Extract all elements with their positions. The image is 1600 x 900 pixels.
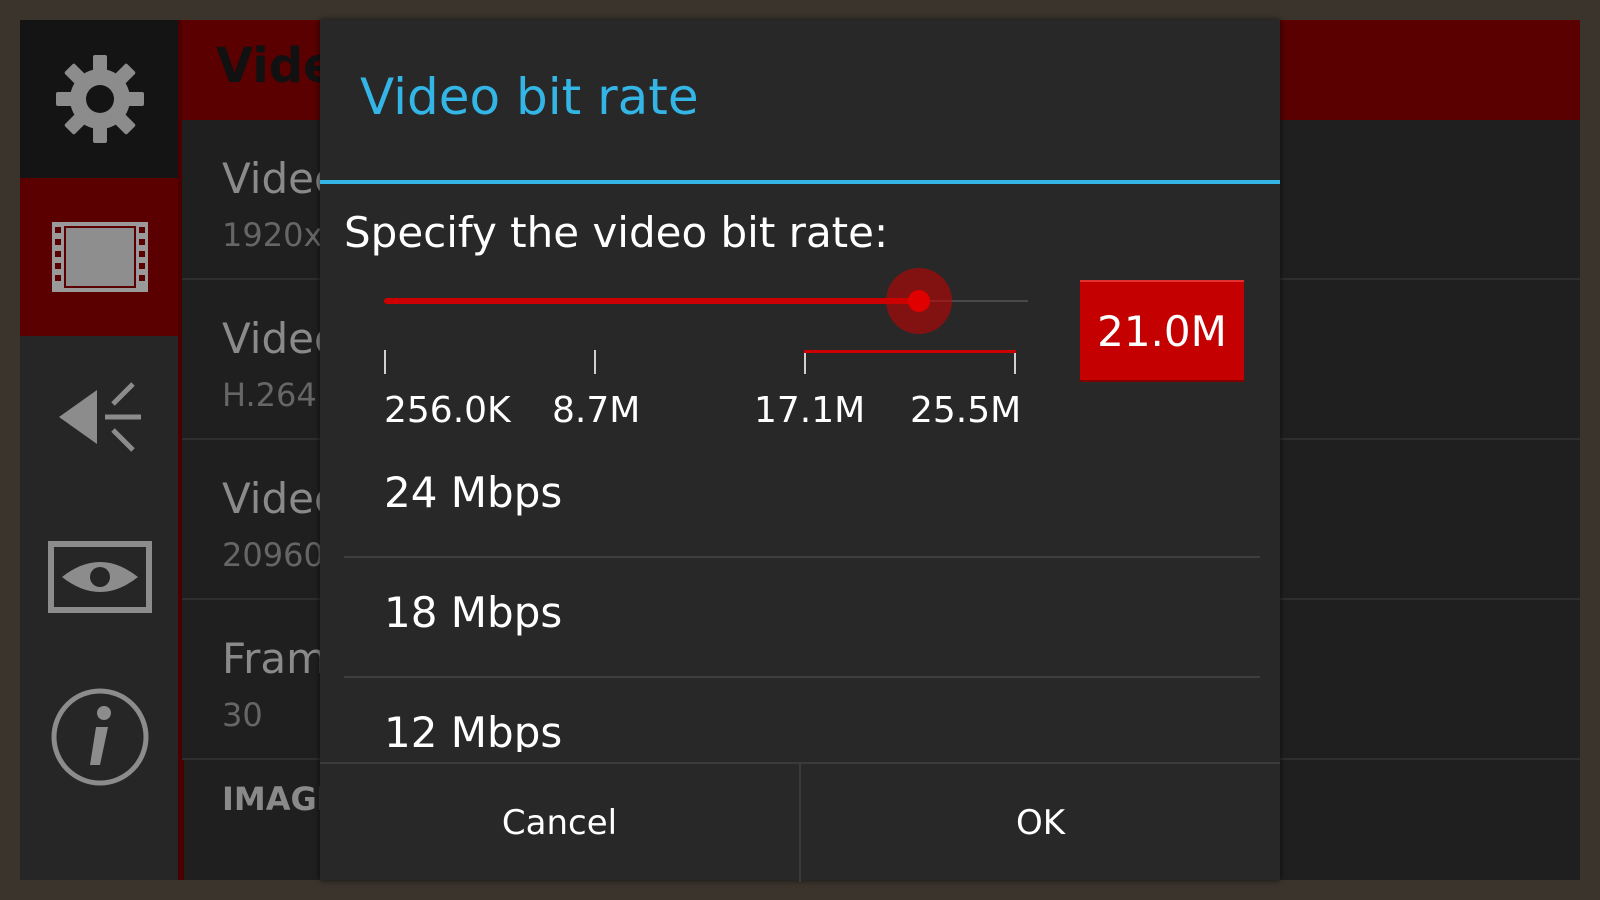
preset-item-label: 24 Mbps <box>384 468 563 517</box>
slider-tick <box>804 350 806 374</box>
audio-icon <box>59 382 141 452</box>
film-icon <box>52 222 148 292</box>
slider-tick-label: 17.1M <box>754 390 866 431</box>
slider-fill <box>384 298 919 304</box>
rail-item-audio[interactable] <box>20 338 180 496</box>
settings-row-subtitle: 30 <box>222 696 263 734</box>
dialog-title-divider <box>320 180 1280 184</box>
dialog-button-bar: Cancel OK <box>320 762 1280 882</box>
preset-item-label: 18 Mbps <box>384 588 563 637</box>
preset-list[interactable]: 24 Mbps 18 Mbps 12 Mbps <box>344 438 1260 752</box>
slider-tick-label: 256.0K <box>384 390 511 431</box>
slider-thumb[interactable] <box>907 290 930 312</box>
gear-icon <box>56 55 144 143</box>
rail-item-view[interactable] <box>20 498 180 656</box>
eye-icon <box>48 541 152 613</box>
slider-tick <box>384 350 386 374</box>
slider-tick <box>1014 350 1016 374</box>
slider-tick <box>594 350 596 374</box>
preset-item[interactable]: 12 Mbps <box>344 678 1260 752</box>
info-icon <box>51 688 149 786</box>
preset-item[interactable]: 18 Mbps <box>344 558 1260 678</box>
side-rail <box>20 20 180 880</box>
rail-item-video[interactable] <box>20 178 180 336</box>
bit-rate-value-display: 21.0M <box>1080 280 1244 382</box>
slider-range-indicator <box>804 350 1016 353</box>
bit-rate-dialog: Video bit rate Specify the video bit rat… <box>320 20 1280 882</box>
dialog-title: Video bit rate <box>360 68 699 126</box>
rail-item-settings[interactable] <box>20 20 180 178</box>
slider-tick-label: 25.5M <box>910 390 1022 431</box>
preset-item-label: 12 Mbps <box>384 708 563 752</box>
slider-tick-label: 8.7M <box>552 390 641 431</box>
rail-item-info[interactable] <box>20 658 180 816</box>
ok-button[interactable]: OK <box>801 764 1280 882</box>
preset-item[interactable]: 24 Mbps <box>344 438 1260 558</box>
cancel-button[interactable]: Cancel <box>320 764 799 882</box>
dialog-prompt: Specify the video bit rate: <box>344 208 889 257</box>
